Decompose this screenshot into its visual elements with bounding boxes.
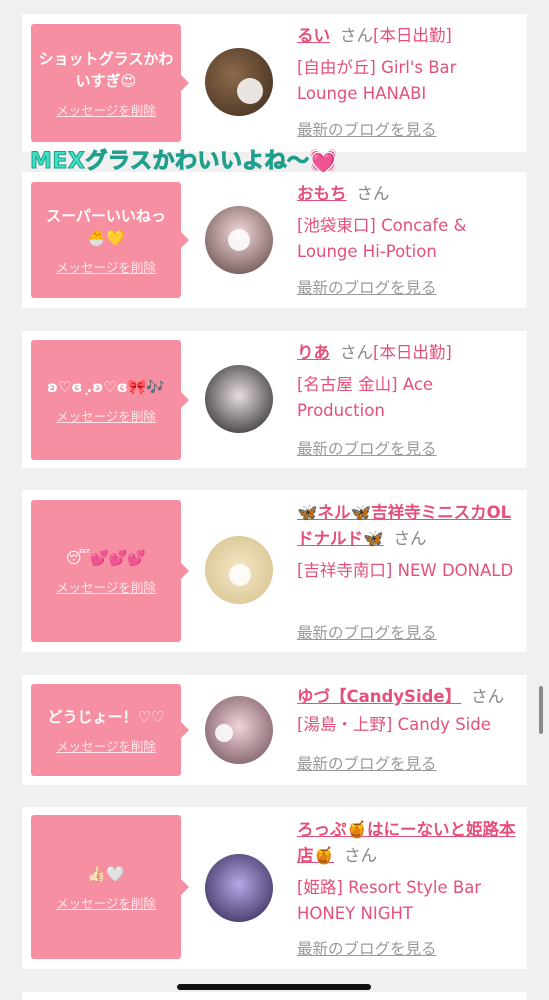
delete-message-link[interactable]: メッセージを削除 <box>56 577 156 596</box>
delete-message-link[interactable]: メッセージを削除 <box>56 257 156 276</box>
message-text: ʚ♡ɞ ͙.ʚ♡ɞ🎀🎶 <box>46 377 165 396</box>
blog-link[interactable]: 最新のブログを見る <box>297 752 437 774</box>
shop-info: [池袋東口] Concafe & Lounge Hi-Potion <box>297 216 467 261</box>
message-bubble: 👍🏻🤍 メッセージを削除 <box>31 815 189 959</box>
cast-name-link[interactable]: りあ <box>297 343 330 362</box>
honorific: さん <box>471 687 505 706</box>
cast-info: るい さん[本日出勤] [自由が丘] Girl's Bar Lounge HANA… <box>297 22 522 107</box>
cast-name-link[interactable]: おもち <box>297 184 347 203</box>
message-bubble: スーパーいいねっ🐣💛 メッセージを削除 <box>31 182 189 298</box>
delete-message-link[interactable]: メッセージを削除 <box>56 100 156 119</box>
blog-link[interactable]: 最新のブログを見る <box>297 437 437 459</box>
message-text: 👍🏻🤍 <box>87 864 125 883</box>
cast-info: ゆづ【CandySide】 さん [湯島・上野] Candy Side <box>297 683 522 738</box>
blog-link[interactable]: 最新のブログを見る <box>297 937 437 959</box>
scrollbar[interactable] <box>539 686 543 734</box>
message-card: どうじょー！♡♡ メッセージを削除 ゆづ【CandySide】 さん [湯島・上野… <box>22 675 527 785</box>
cast-name-link[interactable]: ゆづ【CandySide】 <box>297 687 461 706</box>
message-card: ショットグラスかわいすぎ😍 メッセージを削除 るい さん[本日出勤] [自由が丘]… <box>22 14 527 152</box>
face-blur-sticker <box>215 724 233 742</box>
delete-message-link[interactable]: メッセージを削除 <box>56 736 156 755</box>
shop-info: [湯島・上野] Candy Side <box>297 715 491 734</box>
message-text: ショットグラスかわいすぎ😍 <box>38 49 174 90</box>
shop-info: [吉祥寺南口] NEW DONALD <box>297 561 514 580</box>
honorific: さん <box>393 529 427 548</box>
honorific: さん <box>340 343 373 362</box>
overlay-caption: MEXグラスかわいいよね〜💓 <box>30 143 337 175</box>
honorific: さん <box>340 26 373 45</box>
message-bubble: どうじょー！♡♡ メッセージを削除 <box>31 684 189 776</box>
status-tag: [本日出勤] <box>373 343 452 362</box>
message-card: ʚ♡ɞ ͙.ʚ♡ɞ🎀🎶 メッセージを削除 りあ さん[本日出勤] [名古屋 金山]… <box>22 331 527 468</box>
cast-name-link[interactable]: るい <box>297 26 330 45</box>
message-text: どうじょー！♡♡ <box>47 707 165 726</box>
avatar[interactable] <box>205 854 273 922</box>
blog-link[interactable]: 最新のブログを見る <box>297 276 437 298</box>
message-text: 😴💕💕💕 <box>65 548 147 567</box>
delete-message-link[interactable]: メッセージを削除 <box>56 406 156 425</box>
honorific: さん <box>356 184 390 203</box>
shop-info: [自由が丘] Girl's Bar Lounge HANABI <box>297 58 457 103</box>
cast-info: りあ さん[本日出勤] [名古屋 金山] Ace Production <box>297 339 522 424</box>
message-bubble: ʚ♡ɞ ͙.ʚ♡ɞ🎀🎶 メッセージを削除 <box>31 340 189 460</box>
avatar[interactable] <box>205 536 273 604</box>
status-tag: [本日出勤] <box>373 26 452 45</box>
heart-icon: 💓 <box>309 149 338 174</box>
message-bubble: ショットグラスかわいすぎ😍 メッセージを削除 <box>31 24 189 142</box>
delete-message-link[interactable]: メッセージを削除 <box>56 893 156 912</box>
face-blur-sticker <box>228 229 250 251</box>
message-text: スーパーいいねっ🐣💛 <box>46 206 166 247</box>
face-blur-sticker <box>229 564 251 586</box>
message-card: 😴💕💕💕 メッセージを削除 🦋ネル🦋吉祥寺ミニスカOLドナルド🦋 さん [吉祥寺南… <box>22 490 527 652</box>
blog-link[interactable]: 最新のブログを見る <box>297 118 437 140</box>
honorific: さん <box>344 846 378 865</box>
home-indicator[interactable] <box>177 984 371 990</box>
cast-info: 🦋ネル🦋吉祥寺ミニスカOLドナルド🦋 さん [吉祥寺南口] NEW DONALD <box>297 500 522 584</box>
cast-info: ろっぷ🍯はにーないと姫路本店🍯 さん [姫路] Resort Style Bar … <box>297 817 522 927</box>
shop-info: [姫路] Resort Style Bar HONEY NIGHT <box>297 878 482 923</box>
avatar[interactable] <box>205 365 273 433</box>
avatar[interactable] <box>205 206 273 274</box>
blog-link[interactable]: 最新のブログを見る <box>297 621 437 643</box>
message-card: 👍🏻🤍 メッセージを削除 ろっぷ🍯はにーないと姫路本店🍯 さん [姫路] Reso… <box>22 807 527 969</box>
message-bubble: 😴💕💕💕 メッセージを削除 <box>31 500 189 642</box>
face-blur-sticker <box>237 78 263 104</box>
cast-info: おもち さん [池袋東口] Concafe & Lounge Hi-Potion <box>297 180 522 265</box>
avatar[interactable] <box>205 48 273 116</box>
message-card-partial <box>22 992 527 1000</box>
overlay-caption-text: MEXグラスかわいいよね〜 <box>30 149 310 175</box>
message-card: スーパーいいねっ🐣💛 メッセージを削除 おもち さん [池袋東口] Concafe… <box>22 172 527 308</box>
shop-info: [名古屋 金山] Ace Production <box>297 375 434 420</box>
cast-name-link[interactable]: ろっぷ🍯はにーないと姫路本店🍯 <box>297 820 516 865</box>
avatar[interactable] <box>205 696 273 764</box>
